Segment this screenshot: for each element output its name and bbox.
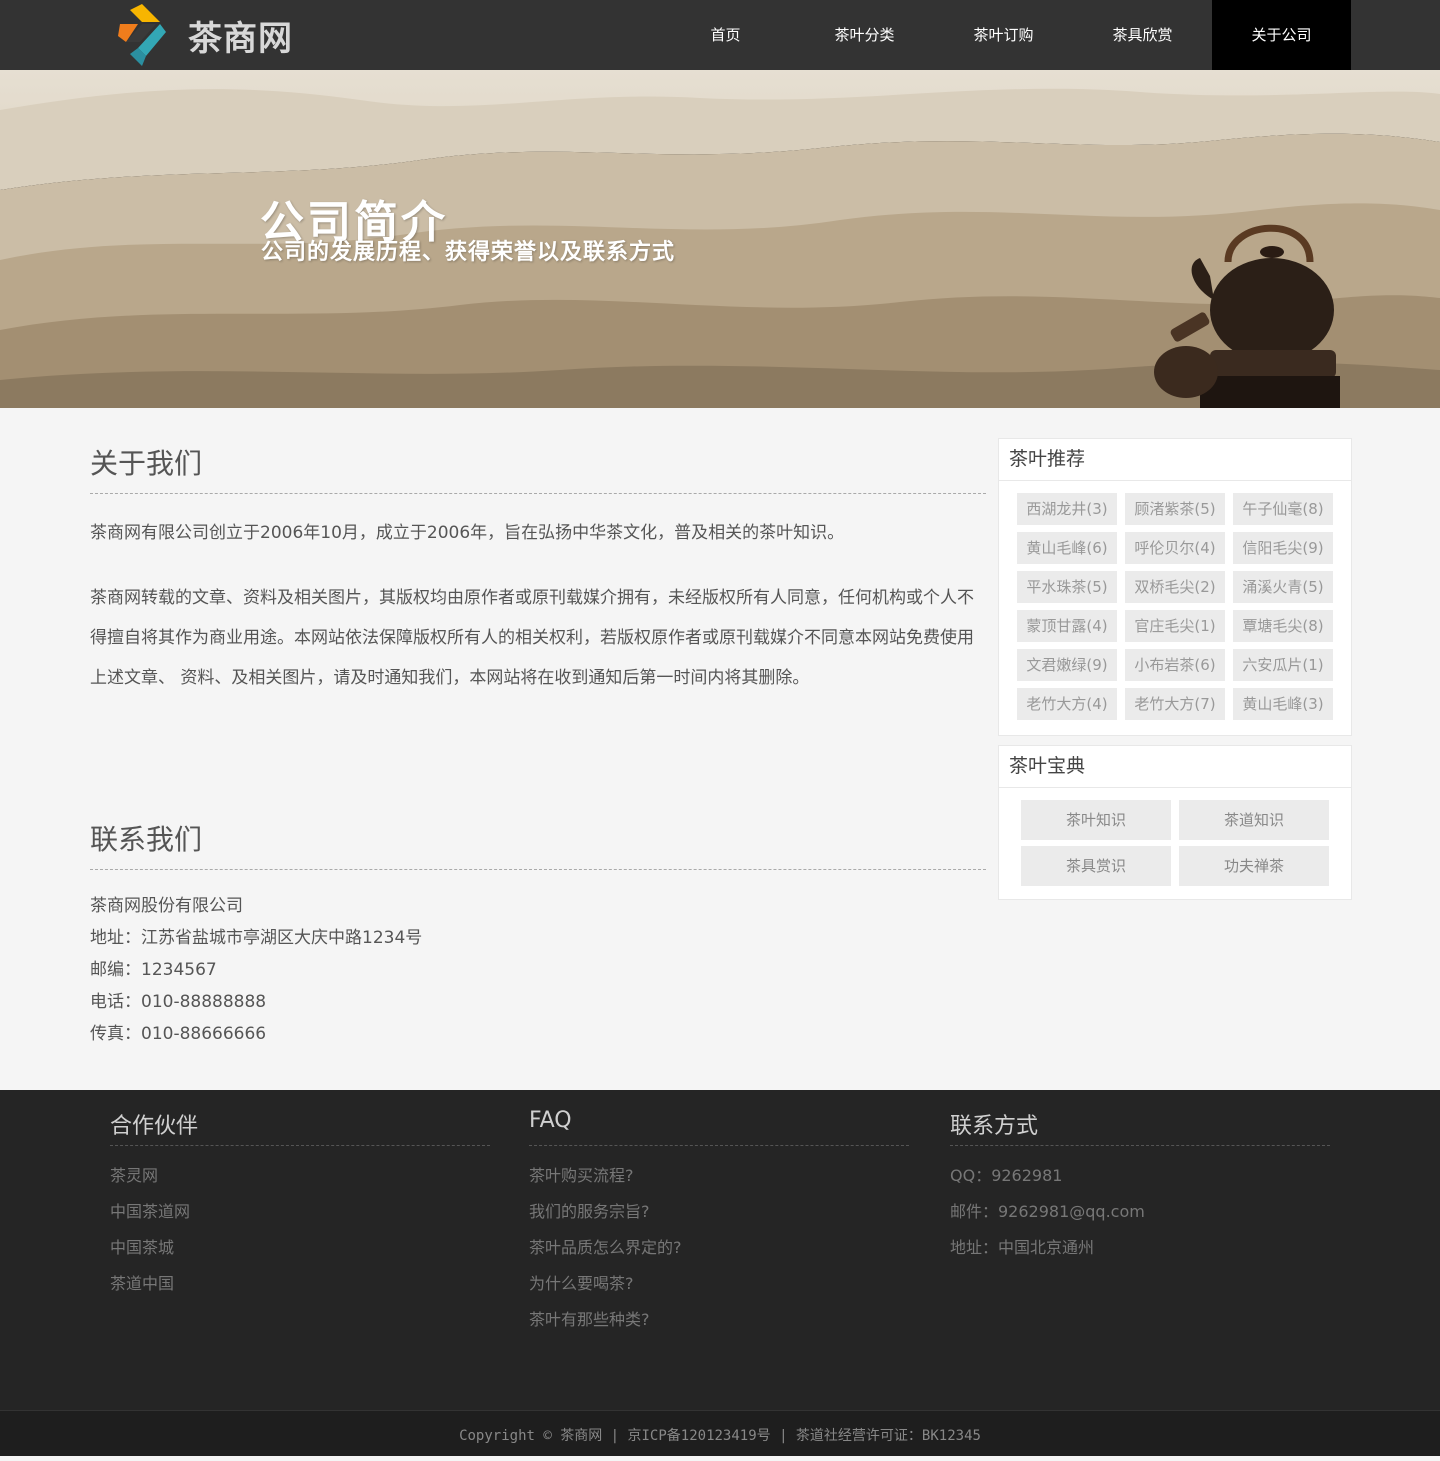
handbook-item-kungfu-tea[interactable]: 功夫禅茶 bbox=[1179, 846, 1329, 886]
tea-tag[interactable]: 老竹大方(7) bbox=[1125, 688, 1225, 720]
tea-tag[interactable]: 老竹大方(4) bbox=[1017, 688, 1117, 720]
tea-tag[interactable]: 平水珠茶(5) bbox=[1017, 571, 1117, 603]
tea-handbook-list: 茶叶知识 茶道知识 茶具赏识 功夫禅茶 bbox=[999, 788, 1351, 886]
footer-contact-email: 邮件：9262981@qq.com bbox=[950, 1202, 1145, 1221]
site-logo[interactable]: 茶商网 bbox=[116, 2, 306, 68]
nav-item-tea-categories[interactable]: 茶叶分类 bbox=[795, 0, 934, 70]
contact-company: 茶商网股份有限公司 bbox=[90, 896, 243, 916]
banner-subtitle: 公司的发展历程、获得荣誉以及联系方式 bbox=[261, 240, 676, 265]
about-paragraph-2: 茶商网转载的文章、资料及相关图片，其版权均由原作者或原刊载媒介拥有，未经版权所有… bbox=[90, 588, 974, 688]
about-paragraph-1: 茶商网有限公司创立于2006年10月，成立于2006年，旨在弘扬中华茶文化，普及… bbox=[90, 523, 845, 543]
footer-link[interactable]: 茶灵网 bbox=[110, 1158, 190, 1194]
footer-link[interactable]: 茶道中国 bbox=[110, 1266, 190, 1302]
about-title: 关于我们 bbox=[90, 447, 203, 480]
handbook-item-teaware[interactable]: 茶具赏识 bbox=[1021, 846, 1171, 886]
copyright-bar: Copyright © 茶商网 | 京ICP备120123419号 | 茶道社经… bbox=[0, 1410, 1440, 1456]
footer-faq-list: 茶叶购买流程? 我们的服务宗旨? 茶叶品质怎么界定的? 为什么要喝茶? 茶叶有那… bbox=[529, 1158, 682, 1338]
tea-tag[interactable]: 文君嫩绿(9) bbox=[1017, 649, 1117, 681]
tea-tag[interactable]: 午子仙毫(8) bbox=[1233, 493, 1333, 525]
tea-tag[interactable]: 呼伦贝尔(4) bbox=[1125, 532, 1225, 564]
nav-item-teaware[interactable]: 茶具欣赏 bbox=[1073, 0, 1212, 70]
tea-tag[interactable]: 蒙顶甘露(4) bbox=[1017, 610, 1117, 642]
teapot-icon bbox=[1154, 224, 1340, 408]
tea-tag[interactable]: 顾渚紫茶(5) bbox=[1125, 493, 1225, 525]
footer-link[interactable]: 茶叶有那些种类? bbox=[529, 1302, 682, 1338]
footer-divider bbox=[950, 1145, 1330, 1146]
handbook-item-tea-ceremony[interactable]: 茶道知识 bbox=[1179, 800, 1329, 840]
footer-partners-list: 茶灵网 中国茶道网 中国茶城 茶道中国 bbox=[110, 1158, 190, 1302]
contact-divider bbox=[90, 869, 986, 870]
footer-contact-list: QQ：9262981 邮件：9262981@qq.com 地址：中国北京通州 bbox=[950, 1158, 1145, 1266]
tea-handbook-title: 茶叶宝典 bbox=[999, 746, 1351, 788]
tea-tag[interactable]: 黄山毛峰(3) bbox=[1233, 688, 1333, 720]
tea-tag[interactable]: 双桥毛尖(2) bbox=[1125, 571, 1225, 603]
nav-item-about[interactable]: 关于公司 bbox=[1212, 0, 1351, 70]
handbook-item-tea-knowledge[interactable]: 茶叶知识 bbox=[1021, 800, 1171, 840]
footer-contact-title: 联系方式 bbox=[950, 1114, 1039, 1139]
contact-phone: 电话：010-88888888 bbox=[90, 992, 267, 1012]
tea-tag[interactable]: 官庄毛尖(1) bbox=[1125, 610, 1225, 642]
footer-divider bbox=[529, 1145, 909, 1146]
tea-tag[interactable]: 小布岩茶(6) bbox=[1125, 649, 1225, 681]
tea-tag[interactable]: 西湖龙井(3) bbox=[1017, 493, 1117, 525]
tea-tag-list: 西湖龙井(3) 顾渚紫茶(5) 午子仙毫(8) 黄山毛峰(6) 呼伦贝尔(4) … bbox=[999, 481, 1351, 720]
footer-contact-qq: QQ：9262981 bbox=[950, 1166, 1063, 1185]
contact-info: 茶商网股份有限公司 地址：江苏省盐城市亭湖区大庆中路1234号 邮编：12345… bbox=[90, 890, 422, 1050]
footer-link[interactable]: 中国茶城 bbox=[110, 1230, 190, 1266]
footer-link[interactable]: 茶叶购买流程? bbox=[529, 1158, 682, 1194]
tea-tag[interactable]: 覃塘毛尖(8) bbox=[1233, 610, 1333, 642]
logo-icon bbox=[118, 4, 166, 66]
tea-tag[interactable]: 黄山毛峰(6) bbox=[1017, 532, 1117, 564]
tea-tag[interactable]: 信阳毛尖(9) bbox=[1233, 532, 1333, 564]
footer-link[interactable]: 茶叶品质怎么界定的? bbox=[529, 1230, 682, 1266]
tea-recommend-title: 茶叶推荐 bbox=[999, 439, 1351, 481]
nav-item-tea-order[interactable]: 茶叶订购 bbox=[934, 0, 1073, 70]
contact-zip: 邮编：1234567 bbox=[90, 960, 217, 980]
footer-contact-address: 地址：中国北京通州 bbox=[950, 1238, 1095, 1257]
tea-recommend-panel: 茶叶推荐 西湖龙井(3) 顾渚紫茶(5) 午子仙毫(8) 黄山毛峰(6) 呼伦贝… bbox=[998, 438, 1352, 736]
footer-faq-title: FAQ bbox=[529, 1108, 572, 1133]
logo-text: 茶商网 bbox=[188, 18, 293, 59]
page-banner: 公司简介 公司的发展历程、获得荣誉以及联系方式 bbox=[0, 70, 1440, 408]
footer-partners-title: 合作伙伴 bbox=[110, 1114, 199, 1139]
footer-divider bbox=[110, 1145, 490, 1146]
site-footer: 合作伙伴 茶灵网 中国茶道网 中国茶城 茶道中国 FAQ 茶叶购买流程? 我们的… bbox=[0, 1090, 1440, 1410]
footer-link[interactable]: 中国茶道网 bbox=[110, 1194, 190, 1230]
tea-handbook-panel: 茶叶宝典 茶叶知识 茶道知识 茶具赏识 功夫禅茶 bbox=[998, 745, 1352, 900]
contact-title: 联系我们 bbox=[90, 823, 203, 856]
tea-tag[interactable]: 涌溪火青(5) bbox=[1233, 571, 1333, 603]
contact-fax: 传真：010-88666666 bbox=[90, 1024, 267, 1044]
nav-item-home[interactable]: 首页 bbox=[656, 0, 795, 70]
about-divider bbox=[90, 493, 986, 494]
tea-tag[interactable]: 六安瓜片(1) bbox=[1233, 649, 1333, 681]
footer-link[interactable]: 为什么要喝茶? bbox=[529, 1266, 682, 1302]
contact-address: 地址：江苏省盐城市亭湖区大庆中路1234号 bbox=[90, 928, 423, 948]
main-nav: 首页 茶叶分类 茶叶订购 茶具欣赏 关于公司 bbox=[656, 0, 1351, 70]
footer-link[interactable]: 我们的服务宗旨? bbox=[529, 1194, 682, 1230]
site-header: 茶商网 首页 茶叶分类 茶叶订购 茶具欣赏 关于公司 bbox=[0, 0, 1440, 70]
